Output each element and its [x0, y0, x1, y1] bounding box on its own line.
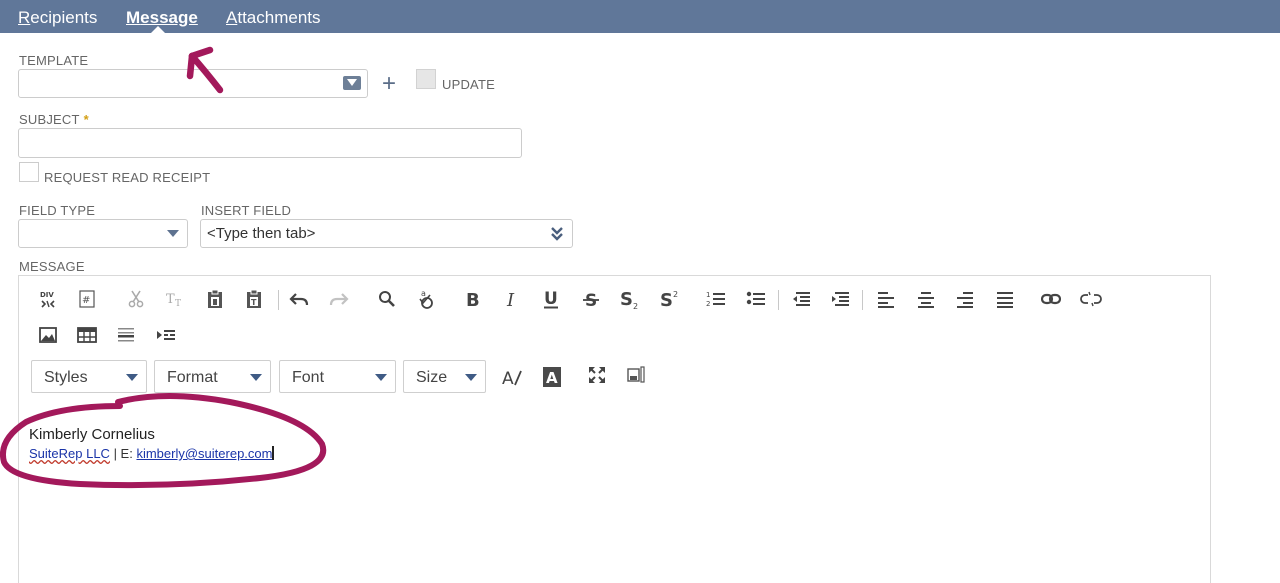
chevron-down-icon [250, 374, 262, 381]
chevron-down-icon [465, 374, 477, 381]
align-right-icon[interactable] [952, 286, 978, 312]
svg-text:A: A [502, 369, 514, 387]
svg-text:S: S [620, 289, 633, 309]
show-blocks-icon[interactable]: # [74, 286, 100, 312]
align-left-icon[interactable] [873, 286, 899, 312]
template-label: TEMPLATE [19, 53, 89, 68]
svg-text:U: U [544, 289, 558, 309]
styles-combo[interactable]: Styles [31, 360, 147, 393]
email-link[interactable]: kimberly@suiterep.com [136, 446, 272, 461]
svg-text:DIV: DIV [40, 291, 54, 299]
format-combo-label: Format [167, 369, 218, 386]
field-type-select[interactable] [18, 219, 188, 248]
read-receipt-label: REQUEST READ RECEIPT [44, 170, 211, 185]
paste-text-icon[interactable]: T [241, 286, 267, 312]
link-icon[interactable] [1038, 286, 1064, 312]
svg-text:#: # [82, 295, 90, 306]
svg-text:2: 2 [673, 290, 678, 299]
chevron-down-icon [375, 374, 387, 381]
toolbar-separator [278, 290, 279, 310]
chevron-down-icon [126, 374, 138, 381]
undo-icon[interactable] [286, 286, 312, 312]
font-combo-label: Font [292, 369, 325, 386]
svg-text:A: A [546, 369, 558, 387]
maximize-icon[interactable] [584, 362, 610, 388]
tab-message[interactable]: Message [126, 8, 198, 28]
underline-icon[interactable]: U [538, 286, 564, 312]
field-type-label: FIELD TYPE [19, 203, 96, 218]
superscript-icon[interactable]: S2 [657, 286, 683, 312]
svg-text:2: 2 [633, 302, 638, 309]
svg-text:a: a [421, 289, 426, 298]
tab-recipients[interactable]: Recipients [18, 8, 97, 28]
subject-label: SUBJECT * [19, 112, 89, 127]
svg-text:B: B [466, 290, 480, 308]
tab-attachments[interactable]: Attachments [226, 8, 321, 28]
show-source-icon[interactable] [623, 362, 649, 388]
remove-format-icon[interactable]: TT [162, 286, 188, 312]
numbered-list-icon[interactable]: 12 [703, 286, 729, 312]
insert-field-input[interactable]: <Type then tab> [200, 219, 573, 248]
chevron-down-icon [167, 230, 179, 237]
unlink-icon[interactable] [1078, 286, 1104, 312]
subject-input[interactable] [18, 128, 522, 158]
spellcheck-icon[interactable]: a [413, 286, 439, 312]
active-tab-indicator [151, 26, 165, 33]
justify-icon[interactable] [992, 286, 1018, 312]
table-icon[interactable] [74, 322, 100, 348]
redo-icon[interactable] [326, 286, 352, 312]
update-checkbox[interactable] [416, 69, 436, 89]
find-icon[interactable] [374, 286, 400, 312]
font-combo[interactable]: Font [279, 360, 396, 393]
text-color-icon[interactable]: A [499, 364, 525, 390]
toolbar-separator [862, 290, 863, 310]
size-combo-label: Size [416, 369, 448, 386]
signature-name: Kimberly Cornelius [29, 426, 155, 443]
tab-bar: Recipients Message Attachments [0, 0, 1280, 33]
svg-text:T: T [175, 299, 181, 307]
svg-text:1: 1 [706, 291, 710, 299]
bold-icon[interactable]: B [459, 286, 485, 312]
paste-icon[interactable] [202, 286, 228, 312]
add-template-plus-icon[interactable]: + [382, 72, 396, 96]
horizontal-rule-icon[interactable] [113, 322, 139, 348]
read-receipt-checkbox[interactable] [19, 162, 39, 182]
text-cursor [272, 446, 275, 460]
subscript-icon[interactable]: S2 [617, 286, 643, 312]
align-center-icon[interactable] [913, 286, 939, 312]
message-body[interactable]: Kimberly Cornelius SuiteRep LLC | E: kim… [29, 426, 275, 461]
svg-text:I: I [506, 290, 515, 308]
format-combo[interactable]: Format [154, 360, 271, 393]
insert-field-label: INSERT FIELD [201, 203, 292, 218]
toolbar-separator [778, 290, 779, 310]
svg-text:S: S [660, 290, 673, 309]
styles-combo-label: Styles [44, 369, 88, 386]
size-combo[interactable]: Size [403, 360, 486, 393]
company-link[interactable]: SuiteRep LLC [29, 446, 110, 461]
svg-text:T: T [251, 298, 257, 307]
image-icon[interactable] [35, 322, 61, 348]
italic-icon[interactable]: I [499, 286, 525, 312]
div-container-icon[interactable]: DIV [35, 286, 61, 312]
svg-text:T: T [166, 292, 175, 307]
signature-separator: | E: [109, 446, 137, 461]
background-color-icon[interactable]: A [539, 364, 565, 390]
message-label: MESSAGE [19, 259, 85, 274]
bulleted-list-icon[interactable] [743, 286, 769, 312]
double-chevron-down-icon[interactable] [550, 225, 564, 241]
svg-text:2: 2 [706, 300, 710, 308]
template-select[interactable] [18, 69, 368, 98]
message-editor[interactable]: DIV # TT T a B I U S S2 S2 12 Styles For… [18, 275, 1211, 583]
list-picker-icon[interactable] [343, 76, 361, 90]
page-break-icon[interactable] [153, 322, 179, 348]
insert-field-placeholder: <Type then tab> [207, 225, 316, 242]
outdent-icon[interactable] [788, 286, 814, 312]
update-label: UPDATE [442, 77, 495, 92]
signature-line: SuiteRep LLC | E: kimberly@suiterep.com [29, 446, 275, 461]
cut-icon[interactable] [123, 286, 149, 312]
strikethrough-icon[interactable]: S [578, 286, 604, 312]
required-asterisk: * [83, 112, 89, 127]
indent-icon[interactable] [827, 286, 853, 312]
